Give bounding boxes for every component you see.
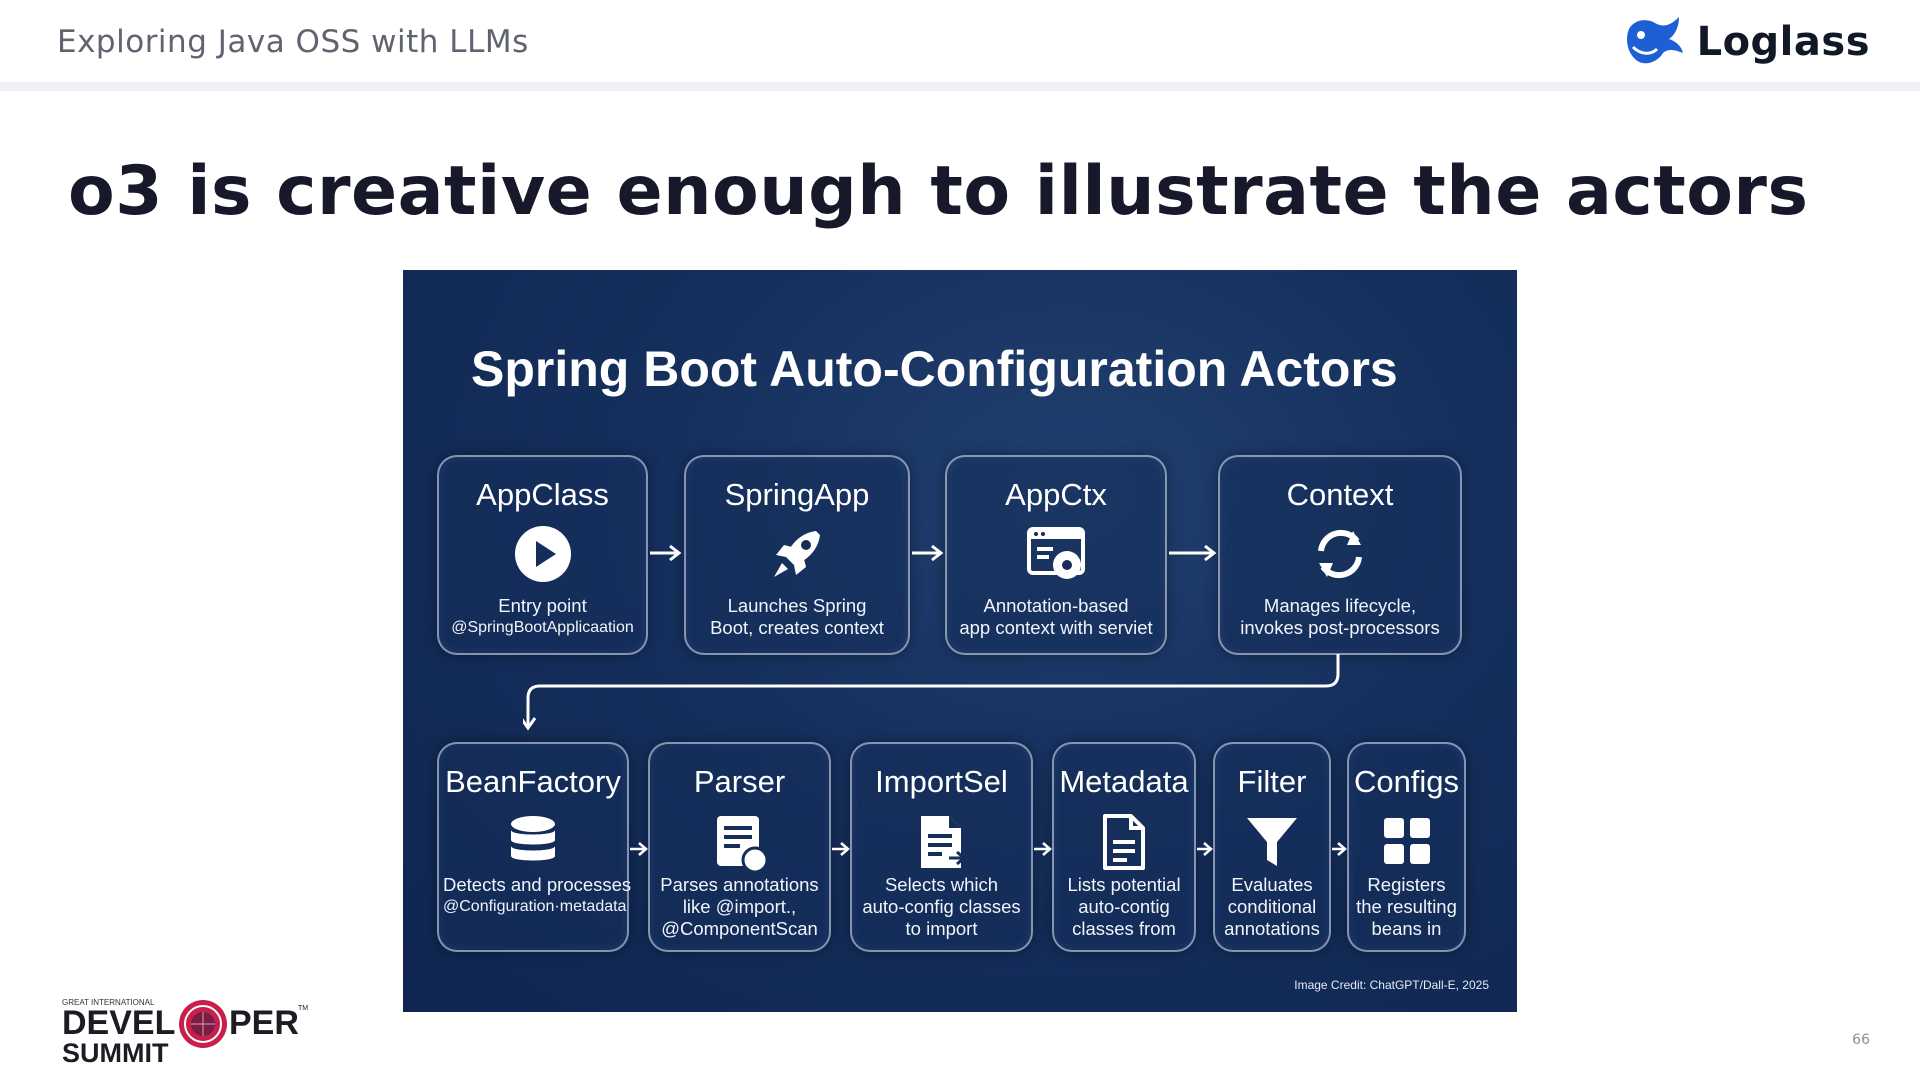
desc-line: Boot, creates context	[710, 617, 884, 638]
slide-title: o3 is creative enough to illustrate the …	[68, 152, 1809, 231]
actor-card-springapp: SpringApp Launches Spring Boot, creates …	[684, 455, 910, 655]
desc-line: Parses annotations	[660, 874, 819, 895]
desc-line: app context with serviet	[959, 617, 1153, 638]
play-icon	[514, 526, 571, 582]
refresh-cycle-icon	[1318, 529, 1362, 579]
rocket-icon	[774, 531, 820, 577]
desc-line: @Configuration·metadata	[443, 898, 627, 915]
app-window-gear-icon	[1027, 527, 1085, 579]
arrow-right-icon	[650, 544, 682, 562]
actor-card-appclass: AppClass Entry point @SpringBootApplicaa…	[437, 455, 648, 655]
whale-logo-icon	[1626, 17, 1683, 64]
connector-arrow	[523, 654, 1340, 731]
actor-description: Detects and processes @Configuration·met…	[443, 874, 632, 918]
actor-card-filter: Filter Evaluates conditional annotations	[1213, 742, 1331, 952]
desc-line: Manages lifecycle,	[1263, 595, 1417, 616]
spring-boot-actors-figure: Spring Boot Auto-Configuration Actors Ap…	[403, 270, 1517, 1012]
actor-title: Parser	[693, 764, 786, 799]
desc-line: like @import.,	[682, 896, 797, 917]
desc-line: Evaluates	[1231, 874, 1313, 895]
arrow-right-icon	[630, 842, 648, 856]
desc-line: classes from	[1072, 918, 1176, 939]
actor-card-beanfactory: BeanFactory Detects and processes @Confi…	[437, 742, 632, 952]
actor-description: Registers the resulting beans in	[1353, 874, 1460, 940]
header-divider	[0, 82, 1920, 91]
actor-description: Selects which auto-config classes to imp…	[856, 874, 1027, 940]
actor-card-parser: Parser Parses annotations like @import.,…	[648, 742, 831, 952]
trademark-mark: TM	[298, 1005, 308, 1012]
brand-logo: Loglass	[1623, 14, 1870, 70]
actor-card-metadata: Metadata Lists potential auto-contig cla…	[1052, 742, 1196, 952]
actor-title: SpringApp	[724, 477, 870, 512]
arrow-right-icon	[1034, 842, 1052, 856]
actor-description: Annotation-based app context with servie…	[951, 595, 1161, 639]
actor-description: Evaluates conditional annotations	[1219, 874, 1325, 940]
actor-card-configs: Configs Registers the resulting beans in	[1347, 742, 1466, 952]
desc-line: annotations	[1224, 918, 1320, 939]
desc-line: the resulting	[1356, 896, 1457, 917]
desc-line: invokes post-processors	[1240, 617, 1440, 638]
document-import-icon	[920, 816, 966, 868]
actor-title: ImportSel	[875, 764, 1008, 799]
brand-name: Loglass	[1696, 19, 1870, 65]
actor-description: Parses annotations like @import., @Compo…	[654, 874, 825, 940]
desc-line: Registers	[1367, 874, 1446, 895]
desc-line: @ComponentScan	[661, 918, 818, 939]
actor-title: Context	[1286, 477, 1394, 512]
actor-description: Lists potential auto-contig classes from	[1058, 874, 1190, 940]
actor-card-appctx: AppCtx Annotation-based app context with…	[945, 455, 1167, 655]
actor-title: Filter	[1237, 764, 1307, 799]
desc-line: Lists potential	[1067, 874, 1181, 895]
desc-line: Detects and processes	[443, 874, 632, 895]
actor-description: Manages lifecycle, invokes post-processo…	[1224, 595, 1456, 639]
desc-line: to import	[905, 918, 978, 939]
actor-title: Configs	[1353, 764, 1460, 799]
actor-card-importsel: ImportSel Selects which auto-config clas…	[850, 742, 1033, 952]
page-number: 66	[1852, 1032, 1870, 1048]
actor-card-context: Context Manages lifecycle, invokes post-…	[1218, 455, 1462, 655]
image-credit: Image Credit: ChatGPT/Dall-E, 2025	[1294, 978, 1489, 992]
desc-line: conditional	[1227, 896, 1317, 917]
arrow-right-icon	[1332, 842, 1347, 856]
actor-title: AppCtx	[1005, 477, 1107, 512]
developer-summit-logo: GREAT INTERNATIONAL DEVEL PER TM SUMMIT	[62, 998, 308, 1068]
actor-title: Metadata	[1059, 764, 1189, 799]
presentation-title: Exploring Java OSS with LLMs	[57, 24, 529, 60]
desc-line: auto-config classes	[862, 896, 1021, 917]
document-parse-icon	[716, 816, 768, 874]
actor-description: Launches Spring Boot, creates context	[690, 595, 904, 639]
figure-title: Spring Boot Auto-Configuration Actors	[471, 341, 1398, 397]
grid-icon	[1383, 818, 1430, 864]
funnel-icon	[1247, 818, 1297, 866]
desc-line: Annotation-based	[983, 595, 1129, 616]
database-icon	[511, 816, 555, 861]
event-name-part2: PER	[229, 1004, 299, 1042]
desc-line: auto-contig	[1078, 896, 1170, 917]
desc-line: Entry point	[498, 595, 587, 616]
actor-title: BeanFactory	[445, 764, 621, 799]
desc-line: Launches Spring	[727, 595, 867, 616]
arrow-right-icon	[1169, 544, 1217, 562]
arrow-right-icon	[1197, 842, 1213, 856]
event-name-line2: SUMMIT	[62, 1038, 169, 1068]
desc-line: beans in	[1371, 918, 1442, 939]
arrow-right-icon	[832, 842, 850, 856]
actor-description: Entry point @SpringBootApplicaation	[443, 595, 642, 639]
file-icon	[1103, 814, 1145, 870]
event-name-part1: DEVEL	[62, 1004, 175, 1042]
actor-title: AppClass	[476, 477, 609, 512]
arrow-right-icon	[912, 544, 944, 562]
desc-line: @SpringBootApplicaation	[451, 619, 634, 636]
desc-line: Selects which	[884, 874, 999, 895]
